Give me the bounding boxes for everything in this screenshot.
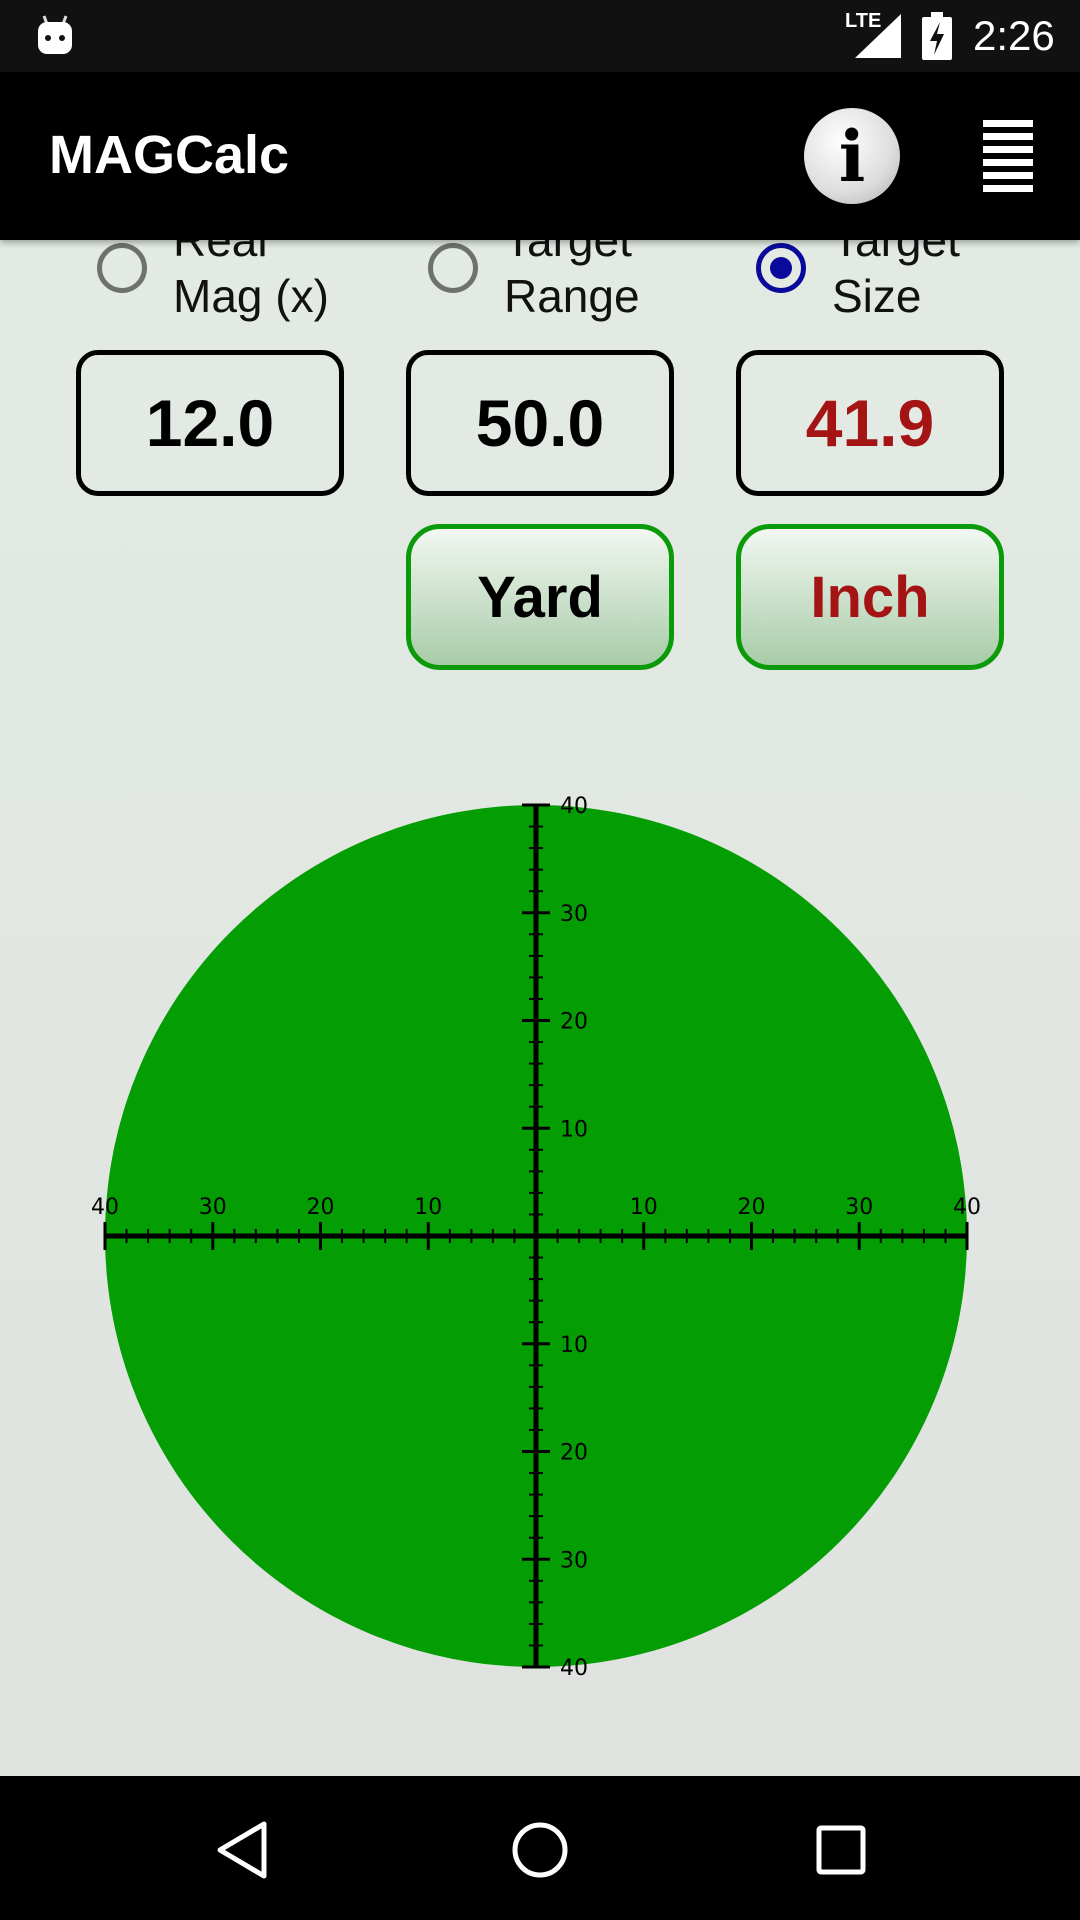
reticle: 40 40 30 30 20 20 10 10 10 10 20 20 30 30 40 40 — [91, 794, 981, 1681]
h-tick-label: 10 — [630, 1195, 658, 1220]
h-tick-label: 40 — [953, 1195, 981, 1220]
app-bar: MAGCalc i — [0, 72, 1080, 240]
v-tick-label: 20 — [560, 1441, 588, 1466]
app-title: MAGCalc — [49, 125, 290, 185]
menu-icon — [983, 120, 1033, 127]
h-tick-label: 30 — [845, 1195, 873, 1220]
info-button[interactable]: i — [804, 108, 900, 204]
h-tick-label: 20 — [307, 1195, 335, 1220]
h-tick-label: 10 — [414, 1195, 442, 1220]
v-tick-label: 40 — [560, 1656, 588, 1681]
v-tick-label: 30 — [560, 902, 588, 927]
h-tick-label: 20 — [738, 1195, 766, 1220]
v-tick-label: 30 — [560, 1548, 588, 1573]
h-tick-label: 40 — [91, 1195, 119, 1220]
home-icon[interactable] — [510, 1820, 570, 1880]
nav-bar — [0, 1776, 1080, 1920]
v-tick-label: 10 — [560, 1333, 588, 1358]
v-tick-label: 10 — [560, 1117, 588, 1142]
info-icon: i — [838, 114, 866, 198]
v-tick-label: 40 — [560, 794, 588, 819]
v-tick-label: 20 — [560, 1010, 588, 1035]
recents-icon[interactable] — [815, 1824, 867, 1876]
h-tick-label: 30 — [199, 1195, 227, 1220]
menu-button[interactable] — [983, 120, 1033, 192]
back-icon[interactable] — [214, 1820, 270, 1880]
